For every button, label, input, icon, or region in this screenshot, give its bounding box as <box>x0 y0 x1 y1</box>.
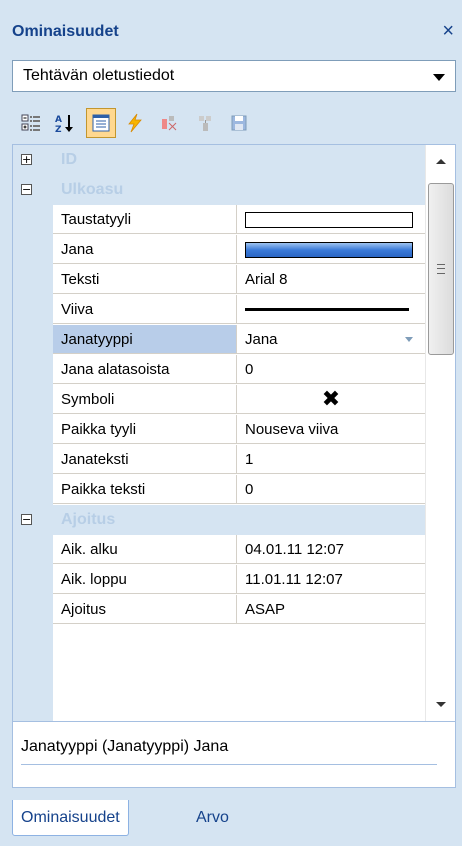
category-ulkoasu[interactable]: − Ulkoasu <box>13 175 425 205</box>
property-row-aik-loppu[interactable]: Aik. loppu 11.01.11 12:07 <box>53 565 425 595</box>
save-icon <box>231 115 247 131</box>
property-name: Jana alatasoista <box>53 355 237 384</box>
property-row-janateksti[interactable]: Janateksti 1 <box>53 445 425 475</box>
properties-icon <box>92 114 110 132</box>
svg-text:Z: Z <box>55 125 62 134</box>
category-label: Ulkoasu <box>61 181 124 198</box>
property-name: Taustatyyli <box>53 205 237 234</box>
grid-gutter <box>13 145 53 721</box>
events-button[interactable] <box>120 108 150 138</box>
lightning-icon <box>128 113 142 133</box>
property-name: Paikka tyyli <box>53 415 237 444</box>
property-name: Janateksti <box>53 445 237 474</box>
bottom-tabs: Ominaisuudet Arvo <box>12 800 456 840</box>
property-value[interactable] <box>237 205 425 234</box>
property-name: Symboli <box>53 385 237 414</box>
tab-ominaisuudet[interactable]: Ominaisuudet <box>12 800 129 836</box>
property-row-aik-alku[interactable]: Aik. alku 04.01.11 12:07 <box>53 535 425 565</box>
property-row-viiva[interactable]: Viiva <box>53 295 425 325</box>
property-value-dropdown[interactable]: Jana <box>237 325 425 354</box>
property-value[interactable]: 11.01.11 12:07 <box>237 565 425 594</box>
cut-button[interactable] <box>154 108 184 138</box>
toolbar: A Z <box>12 104 456 144</box>
properties-button[interactable] <box>86 108 116 138</box>
property-value[interactable]: 0 <box>237 355 425 384</box>
property-value[interactable]: 1 <box>237 445 425 474</box>
property-value-text: Jana <box>245 331 278 348</box>
object-selector-dropdown[interactable]: Tehtävän oletustiedot <box>12 60 456 92</box>
sort-alphabetical-icon: A Z <box>55 115 73 134</box>
paste-icon <box>199 116 211 131</box>
symbol-x-icon: ✖ <box>321 387 341 412</box>
tab-arvo[interactable]: Arvo <box>188 800 237 836</box>
save-button[interactable] <box>224 108 254 138</box>
grip-icon <box>437 264 445 274</box>
expand-icon[interactable]: + <box>21 154 32 165</box>
property-row-janatyyppi[interactable]: Janatyyppi Jana <box>53 325 425 355</box>
scroll-down-icon[interactable] <box>436 702 446 707</box>
description-pane: Janatyyppi (Janatyyppi) Jana <box>12 722 456 788</box>
category-label: ID <box>61 151 77 168</box>
scroll-up-icon[interactable] <box>436 159 446 164</box>
category-label: Ajoitus <box>61 511 116 528</box>
property-value[interactable]: Arial 8 <box>237 265 425 294</box>
color-swatch <box>245 242 413 258</box>
collapse-icon[interactable]: − <box>21 514 32 525</box>
color-swatch <box>245 212 413 228</box>
object-selector-value: Tehtävän oletustiedot <box>23 67 175 84</box>
property-name: Aik. loppu <box>53 565 237 594</box>
property-value[interactable]: ASAP <box>237 595 425 624</box>
line-preview <box>245 308 409 311</box>
property-row-jana-alatasoista[interactable]: Jana alatasoista 0 <box>53 355 425 385</box>
property-value[interactable]: 04.01.11 12:07 <box>237 535 425 564</box>
scrollbar-thumb[interactable] <box>428 183 454 355</box>
property-name: Ajoitus <box>53 595 237 624</box>
close-icon[interactable]: × <box>442 20 454 43</box>
property-value[interactable]: ✖ <box>237 385 425 414</box>
property-row-taustatyyli[interactable]: Taustatyyli <box>53 205 425 235</box>
property-row-ajoitus[interactable]: Ajoitus ASAP <box>53 595 425 625</box>
property-value[interactable] <box>237 295 425 324</box>
property-name: Teksti <box>53 265 237 294</box>
paste-button[interactable] <box>190 108 220 138</box>
property-name: Viiva <box>53 295 237 324</box>
chevron-down-icon <box>433 74 445 81</box>
category-id[interactable]: + ID <box>13 145 425 175</box>
description-divider <box>21 764 437 765</box>
property-name: Janatyyppi <box>53 325 237 354</box>
cut-icon <box>162 116 177 131</box>
panel-title-bar: Ominaisuudet × <box>0 18 462 48</box>
property-value[interactable]: Nouseva viiva <box>237 415 425 444</box>
categorized-icon <box>21 114 40 131</box>
vertical-scrollbar[interactable] <box>425 145 455 721</box>
collapse-icon[interactable]: − <box>21 184 32 195</box>
properties-panel: Ominaisuudet × Tehtävän oletustiedot A Z <box>0 0 462 846</box>
panel-title: Ominaisuudet <box>12 23 119 40</box>
property-row-paikka-teksti[interactable]: Paikka teksti 0 <box>53 475 425 505</box>
property-grid: + ID − Ulkoasu Taustatyyli Jana Teksti A… <box>12 144 456 722</box>
sort-alphabetical-button[interactable]: A Z <box>50 108 80 138</box>
svg-text:A: A <box>55 115 62 125</box>
chevron-down-icon[interactable] <box>405 337 413 342</box>
category-ajoitus[interactable]: − Ajoitus <box>13 505 425 535</box>
property-value[interactable]: 0 <box>237 475 425 504</box>
property-name: Jana <box>53 235 237 264</box>
description-text: Janatyyppi (Janatyyppi) Jana <box>21 738 229 755</box>
property-row-teksti[interactable]: Teksti Arial 8 <box>53 265 425 295</box>
categorized-button[interactable] <box>16 108 46 138</box>
property-name: Aik. alku <box>53 535 237 564</box>
property-value[interactable] <box>237 235 425 264</box>
property-row-jana[interactable]: Jana <box>53 235 425 265</box>
property-row-paikka-tyyli[interactable]: Paikka tyyli Nouseva viiva <box>53 415 425 445</box>
property-name: Paikka teksti <box>53 475 237 504</box>
property-row-symboli[interactable]: Symboli ✖ <box>53 385 425 415</box>
